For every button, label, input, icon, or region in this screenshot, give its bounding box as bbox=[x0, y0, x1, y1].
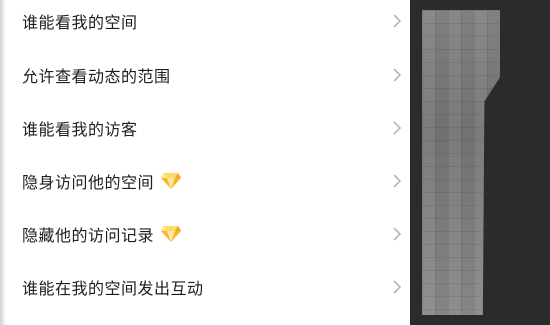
chevron-right-icon bbox=[393, 173, 402, 188]
diamond-icon bbox=[161, 172, 182, 189]
chevron-right-icon bbox=[393, 226, 402, 241]
settings-panel: 谁能看我的空间 允许查看动态的范围 谁能看我的访客 隐身访问他的空间 隐藏他的访… bbox=[0, 0, 410, 325]
menu-item-who-can-interact[interactable]: 谁能在我的空间发出互动 bbox=[0, 260, 410, 313]
menu-item-label: 允许查看动态的范围 bbox=[22, 66, 171, 86]
menu-item-label: 谁能在我的空间发出互动 bbox=[22, 278, 204, 298]
chevron-right-icon bbox=[393, 279, 402, 294]
chevron-right-icon bbox=[393, 67, 402, 82]
menu-item-label: 谁能看我的访客 bbox=[22, 119, 138, 139]
menu-item-invisible-visit[interactable]: 隐身访问他的空间 bbox=[0, 154, 410, 207]
menu-item-feed-visibility-range[interactable]: 允许查看动态的范围 bbox=[0, 48, 410, 101]
pixel-grid bbox=[422, 10, 500, 315]
menu-item-label: 隐身访问他的空间 bbox=[22, 172, 155, 192]
pixelated-region bbox=[422, 10, 500, 315]
chevron-right-icon bbox=[393, 120, 402, 135]
menu-item-label: 谁能看我的空间 bbox=[22, 12, 138, 32]
blurred-background bbox=[410, 0, 550, 325]
menu-item-who-can-see-my-visitors[interactable]: 谁能看我的访客 bbox=[0, 101, 410, 154]
menu-item-who-can-see-my-space[interactable]: 谁能看我的空间 bbox=[0, 0, 410, 47]
menu-item-label: 隐藏他的访问记录 bbox=[22, 225, 155, 245]
diamond-icon bbox=[161, 225, 182, 242]
menu-item-hide-visit-record[interactable]: 隐藏他的访问记录 bbox=[0, 207, 410, 260]
chevron-right-icon bbox=[393, 13, 402, 28]
